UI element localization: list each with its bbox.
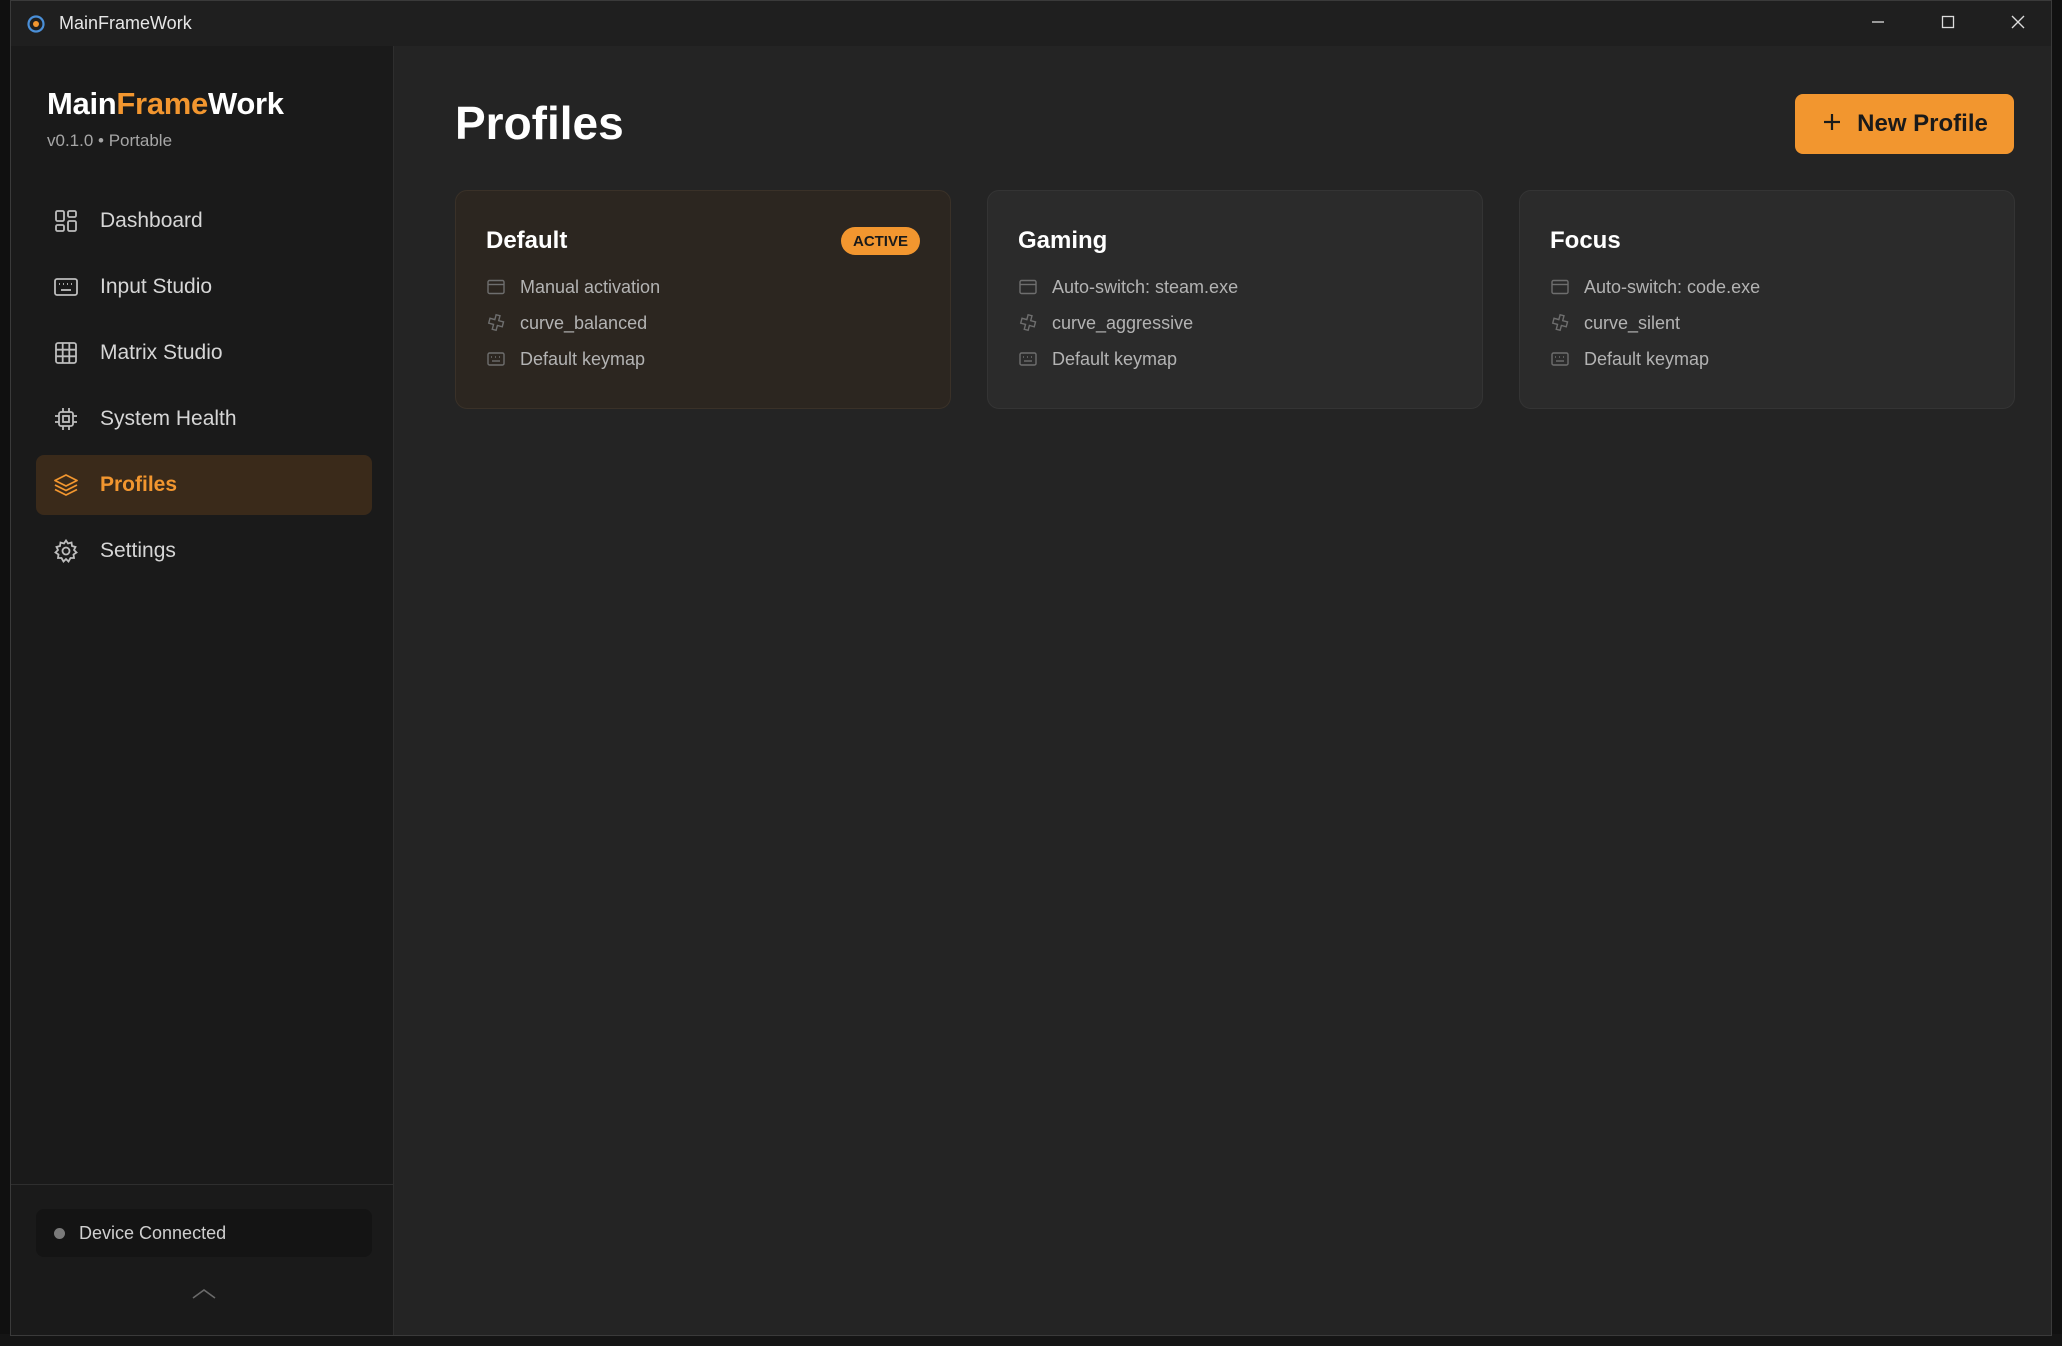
- profile-activation-text: Auto-switch: code.exe: [1584, 276, 1761, 297]
- close-icon: [2010, 14, 2026, 34]
- layers-icon: [52, 471, 80, 499]
- sidebar-item-label: Matrix Studio: [100, 341, 223, 364]
- profile-keymap: Default keymap: [1550, 346, 1709, 372]
- keyboard-icon: [1018, 349, 1038, 369]
- minimize-icon: [1870, 14, 1886, 34]
- profile-keymap: Default keymap: [1018, 346, 1177, 372]
- profile-name: Gaming: [1018, 227, 1108, 254]
- brand-part-main: Main: [47, 86, 117, 121]
- brand-part-frame: Frame: [116, 86, 208, 121]
- collapse-sidebar-button[interactable]: [187, 1284, 221, 1304]
- profile-keymap-text: Default keymap: [1584, 348, 1710, 369]
- window-title: MainFrameWork: [59, 13, 192, 33]
- main-content: Profiles New Profile Default ACTIVE Manu…: [395, 46, 2051, 1335]
- profile-card-focus[interactable]: Focus Auto-switch: code.exe curve_silent: [1519, 190, 2015, 409]
- keyboard-icon: [1550, 349, 1570, 369]
- sidebar-item-profiles[interactable]: Profiles: [36, 455, 372, 515]
- cpu-icon: [52, 405, 80, 433]
- minimize-button[interactable]: [1843, 1, 1913, 46]
- profile-keymap: Default keymap: [486, 346, 645, 372]
- new-profile-label: New Profile: [1857, 110, 1988, 137]
- sidebar-item-system-health[interactable]: System Health: [36, 389, 372, 449]
- plus-icon: [1821, 109, 1843, 139]
- profile-curve-text: curve_silent: [1584, 312, 1681, 333]
- new-profile-button[interactable]: New Profile: [1795, 94, 2014, 154]
- window-icon: [486, 277, 506, 297]
- device-status-label: Device Connected: [79, 1222, 227, 1243]
- sidebar-item-label: Profiles: [100, 473, 178, 496]
- profile-activation-text: Manual activation: [520, 276, 661, 297]
- profile-card-gaming[interactable]: Gaming Auto-switch: steam.exe curve_aggr…: [987, 190, 1483, 409]
- curve-icon: [1550, 313, 1570, 333]
- page-title: Profiles: [455, 97, 624, 149]
- sidebar-item-label: System Health: [100, 407, 237, 430]
- curve-icon: [1018, 313, 1038, 333]
- app-logo-icon: [25, 13, 47, 35]
- profile-name: Default: [486, 227, 568, 254]
- device-status: Device Connected: [36, 1209, 372, 1257]
- sidebar-item-settings[interactable]: Settings: [36, 521, 372, 581]
- sidebar-nav: Dashboard Input Studio Matrix Studio Sys…: [36, 191, 372, 587]
- profile-curve-text: curve_balanced: [520, 312, 648, 333]
- sidebar-item-input-studio[interactable]: Input Studio: [36, 257, 372, 317]
- sidebar-item-dashboard[interactable]: Dashboard: [36, 191, 372, 251]
- sidebar-item-label: Input Studio: [100, 275, 213, 298]
- window-icon: [1018, 277, 1038, 297]
- status-dot-icon: [54, 1227, 65, 1239]
- sidebar-item-label: Dashboard: [100, 209, 203, 232]
- active-badge: ACTIVE: [840, 227, 920, 255]
- profile-keymap-text: Default keymap: [520, 348, 646, 369]
- version-label: v0.1.0 • Portable: [47, 131, 173, 150]
- app-window: MainFrameWork MainFrameWork v0.1.0 • Por…: [10, 0, 2052, 1336]
- window-controls: [1843, 1, 2051, 46]
- profile-card-default[interactable]: Default ACTIVE Manual activation curve_b…: [455, 190, 951, 409]
- maximize-icon: [1940, 14, 1956, 34]
- profile-activation: Auto-switch: steam.exe: [1018, 274, 1238, 300]
- profile-curve: curve_aggressive: [1018, 310, 1193, 336]
- profile-keymap-text: Default keymap: [1052, 348, 1178, 369]
- sidebar-item-matrix-studio[interactable]: Matrix Studio: [36, 323, 372, 383]
- window-icon: [1550, 277, 1570, 297]
- profile-cards: Default ACTIVE Manual activation curve_b…: [455, 190, 2015, 410]
- curve-icon: [486, 313, 506, 333]
- maximize-button[interactable]: [1913, 1, 1983, 46]
- profile-curve: curve_balanced: [486, 310, 647, 336]
- sidebar: MainFrameWork v0.1.0 • Portable Dashboar…: [11, 46, 394, 1335]
- profile-curve: curve_silent: [1550, 310, 1680, 336]
- profile-activation-text: Auto-switch: steam.exe: [1052, 276, 1239, 297]
- chevron-up-icon: [189, 1285, 219, 1304]
- keyboard-icon: [486, 349, 506, 369]
- gear-icon: [52, 537, 80, 565]
- profile-activation: Manual activation: [486, 274, 660, 300]
- desktop-background-left: [0, 0, 10, 1346]
- sidebar-divider: [11, 1184, 394, 1185]
- profile-name: Focus: [1550, 227, 1621, 254]
- close-button[interactable]: [1983, 1, 2051, 46]
- grid-icon: [52, 339, 80, 367]
- brand-logo: MainFrameWork: [47, 86, 284, 122]
- sidebar-item-label: Settings: [100, 539, 176, 562]
- profile-curve-text: curve_aggressive: [1052, 312, 1194, 333]
- desktop-background-right: [2052, 0, 2062, 1346]
- profile-activation: Auto-switch: code.exe: [1550, 274, 1760, 300]
- title-bar[interactable]: MainFrameWork: [11, 1, 2051, 46]
- dashboard-icon: [52, 207, 80, 235]
- keyboard-icon: [52, 273, 80, 301]
- brand-part-work: Work: [207, 86, 284, 121]
